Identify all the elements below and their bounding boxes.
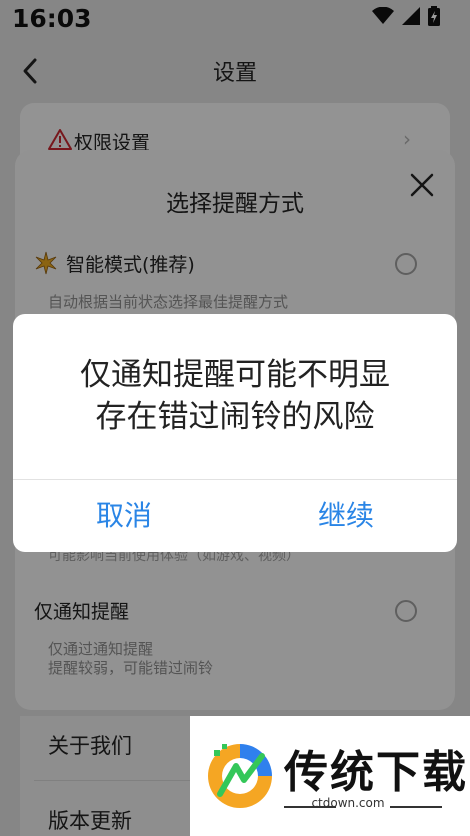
dialog-message: 仅通知提醒可能不明显 存在错过闹铃的风险 xyxy=(13,354,457,438)
watermark-brand: 传统下载 xyxy=(284,747,468,798)
continue-button[interactable]: 继续 xyxy=(235,480,457,552)
watermark: 传统下载 ctdown.com xyxy=(190,716,470,836)
dialog-message-line2: 存在错过闹铃的风险 xyxy=(95,399,375,435)
confirm-dialog: 仅通知提醒可能不明显 存在错过闹铃的风险 取消 继续 xyxy=(13,314,457,552)
dialog-message-line1: 仅通知提醒可能不明显 xyxy=(80,357,390,393)
watermark-url: ctdown.com xyxy=(311,796,385,810)
cancel-button[interactable]: 取消 xyxy=(13,480,235,552)
